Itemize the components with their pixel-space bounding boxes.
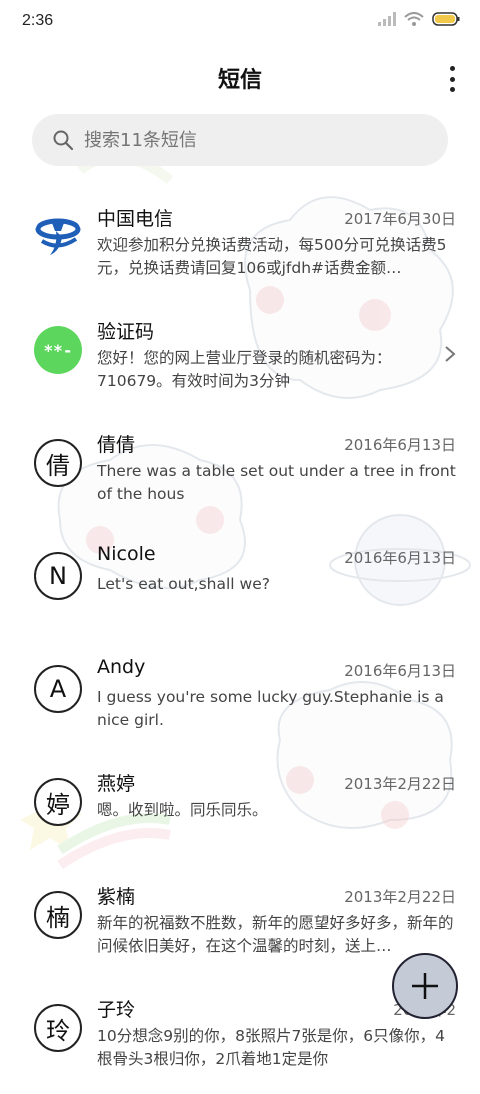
message-preview: 欢迎参加积分兑换话费活动，每500分可兑换话费5元，兑换话费请回复106或jfd… [97,236,447,277]
china-telecom-icon [35,218,81,255]
avatar: 倩 [34,439,82,487]
message-preview: There was a table set out under a tree i… [97,462,456,503]
status-bar: 2:36 [0,0,480,44]
signal-icon [378,12,396,26]
avatar: A [34,665,82,713]
avatar: 婷 [34,778,82,826]
more-vertical-icon [449,66,455,71]
contact-name: 紫楠 [97,886,136,908]
battery-icon [432,12,460,26]
conversation-item[interactable]: 中国电信 2017年6月30日 欢迎参加积分兑换话费活动，每500分可兑换话费5… [0,190,480,303]
search-input[interactable] [82,128,406,152]
conversation-item[interactable]: 婷 燕婷 2013年2月22日 嗯。收到啦。同乐同乐。 [0,755,480,868]
contact-name: Andy [97,656,146,678]
header: 短信 [0,52,480,104]
message-date: 2013年2月22日 [344,888,456,906]
message-date: 2016年6月13日 [344,549,456,567]
wifi-icon [404,12,424,26]
message-preview: 新年的祝福数不胜数，新年的愿望好多好多，新年的问候依旧美好，在这个温馨的时刻，送… [97,914,454,955]
message-date: 2016年6月13日 [344,436,456,454]
message-preview: I guess you're some lucky guy.Stephanie … [97,688,444,729]
message-preview: 嗯。收到啦。同乐同乐。 [97,801,268,819]
avatar: N [34,552,82,600]
message-preview: Let's eat out,shall we? [97,575,270,593]
conversation-item[interactable]: 倩 倩倩 2016年6月13日 There was a table set ou… [0,416,480,529]
new-message-button[interactable] [392,953,458,1019]
page-title: 短信 [217,68,262,93]
message-date: 2016年6月13日 [344,662,456,680]
contact-name: 燕婷 [97,773,136,795]
message-date: 2013年2月22日 [344,775,456,793]
avatar: 玲 [34,1004,82,1052]
avatar: **- [34,326,82,374]
conversation-item[interactable]: **- 验证码 您好！您的网上营业厅登录的随机密码为：710679。有效时间为3… [0,303,480,416]
message-preview: 10分想念9别的你，8张照片7张是你，6只像你，4根骨头3根归你，2爪着地1定是… [97,1027,446,1068]
plus-icon [412,973,438,999]
message-date: 2017年6月30日 [344,210,456,228]
contact-name: 验证码 [97,321,155,343]
search-bar[interactable] [32,114,448,166]
message-preview: 您好！您的网上营业厅登录的随机密码为：710679。有效时间为3分钟 [97,349,392,390]
conversation-item[interactable]: A Andy 2016年6月13日 I guess you're some lu… [0,642,480,755]
conversation-item[interactable]: N Nicole 2016年6月13日 Let's eat out,shall … [0,529,480,642]
contact-name: Nicole [97,543,156,565]
more-options-button[interactable] [446,66,458,92]
chevron-right-icon [445,346,456,362]
contact-name: 中国电信 [97,208,174,230]
search-icon [53,130,74,151]
status-time: 2:36 [22,12,54,29]
contact-name: 倩倩 [97,434,136,456]
status-icons [378,12,460,26]
contact-name: 子玲 [97,999,136,1021]
avatar: 楠 [34,891,82,939]
